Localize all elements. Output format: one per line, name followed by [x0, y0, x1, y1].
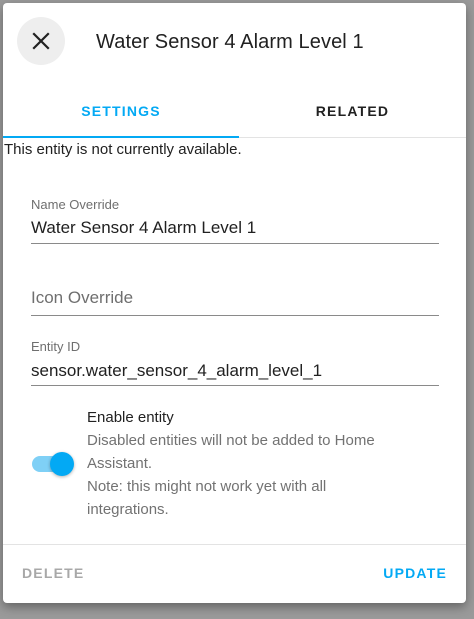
enable-entity-text: Enable entity Disabled entities will not… — [87, 407, 427, 521]
delete-button[interactable]: DELETE — [22, 565, 84, 581]
entity-id-field[interactable]: Entity ID sensor.water_sensor_4_alarm_le… — [31, 334, 439, 386]
enable-entity-description-1: Disabled entities will not be added to H… — [87, 432, 375, 449]
enable-entity-label: Enable entity — [87, 409, 174, 426]
update-button[interactable]: UPDATE — [383, 565, 447, 581]
dialog-title: Water Sensor 4 Alarm Level 1 — [96, 31, 364, 53]
enable-entity-note-2: integrations. — [87, 501, 169, 518]
close-button[interactable] — [17, 17, 65, 65]
entity-unavailable-message: This entity is not currently available. — [4, 141, 242, 158]
icon-override-input[interactable]: Icon Override — [31, 288, 133, 308]
icon-override-field[interactable]: Icon Override — [31, 273, 439, 316]
name-override-field[interactable]: Name Override Water Sensor 4 Alarm Level… — [31, 191, 439, 244]
enable-entity-description-2: Assistant. — [87, 455, 153, 472]
entity-id-input[interactable]: sensor.water_sensor_4_alarm_level_1 — [31, 361, 322, 381]
entity-id-label: Entity ID — [31, 339, 81, 354]
enable-entity-switch[interactable] — [32, 452, 76, 476]
switch-thumb — [50, 452, 74, 476]
tab-related[interactable]: RELATED — [239, 85, 466, 137]
entity-settings-dialog: Water Sensor 4 Alarm Level 1 SETTINGS RE… — [3, 3, 466, 603]
name-override-label: Name Override — [31, 197, 120, 212]
dialog-header: Water Sensor 4 Alarm Level 1 — [3, 3, 466, 85]
name-override-input[interactable]: Water Sensor 4 Alarm Level 1 — [31, 218, 256, 238]
tab-bar: SETTINGS RELATED — [3, 85, 466, 138]
footer-divider — [3, 544, 466, 545]
active-tab-indicator — [3, 136, 239, 138]
close-icon — [32, 32, 50, 50]
tab-settings[interactable]: SETTINGS — [3, 85, 239, 137]
enable-entity-note-1: Note: this might not work yet with all — [87, 478, 327, 495]
